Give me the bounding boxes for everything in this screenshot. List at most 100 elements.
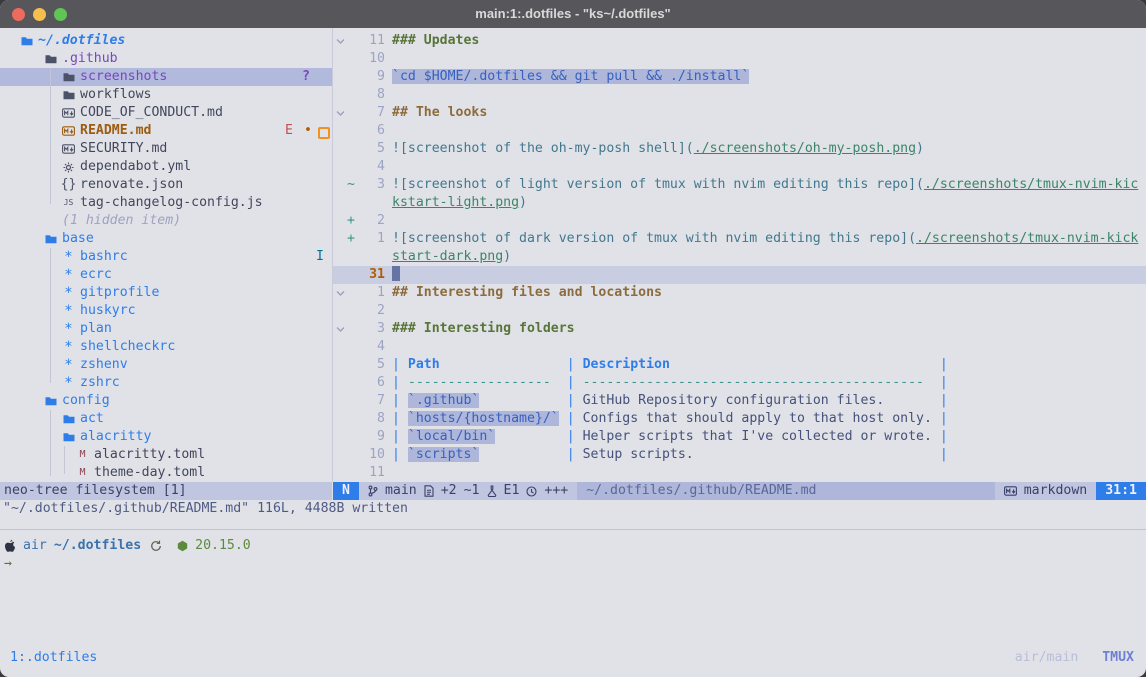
editor-line[interactable]: 11### Updates bbox=[333, 32, 1146, 50]
command-message: "~/.dotfiles/.github/README.md" 116L, 44… bbox=[3, 500, 408, 518]
line-text bbox=[385, 266, 400, 284]
git-sign-column bbox=[347, 122, 357, 140]
editor-line[interactable]: 11 bbox=[333, 464, 1146, 482]
git-sign-column bbox=[347, 50, 357, 68]
text-segment: `.github` bbox=[408, 393, 479, 408]
editor-statusline-segment: N main +2 ~1 E1 +++ ~/.dotfiles/.github/… bbox=[333, 482, 1146, 500]
editor-line[interactable]: 4 bbox=[333, 338, 1146, 356]
fold-column bbox=[333, 338, 347, 356]
error-badge: E bbox=[285, 122, 293, 140]
fold-chevron-icon[interactable] bbox=[333, 284, 347, 302]
line-number: 5 bbox=[357, 140, 385, 158]
editor-line[interactable]: 10| `scripts` | Setup scripts. | bbox=[333, 446, 1146, 464]
tree-item-label: bashrc bbox=[80, 248, 128, 266]
window-title: main:1:.dotfiles - "ks~/.dotfiles" bbox=[0, 5, 1146, 23]
nodejs-icon bbox=[177, 540, 188, 552]
editor-line[interactable]: 31 bbox=[333, 266, 1146, 284]
text-segment: GitHub Repository configuration files. bbox=[583, 393, 885, 408]
text-segment: Configs that should apply to that host o… bbox=[583, 411, 932, 426]
text-segment bbox=[884, 393, 940, 408]
fold-chevron-icon[interactable] bbox=[333, 104, 347, 122]
text-segment bbox=[932, 429, 940, 444]
statusline: neo-tree filesystem [1] N main +2 ~1 E1 … bbox=[0, 482, 1146, 500]
editor-line[interactable]: 8| `hosts/{hostname}/` | Configs that sh… bbox=[333, 410, 1146, 428]
folder-icon bbox=[62, 72, 75, 82]
text-segment: `hosts/{hostname}/` bbox=[408, 411, 559, 426]
git-status-segment: main +2 ~1 E1 +++ bbox=[359, 482, 577, 500]
fold-column bbox=[333, 230, 347, 248]
fold-chevron-icon[interactable] bbox=[333, 320, 347, 338]
diagnostic-count: E1 bbox=[504, 482, 520, 500]
fold-column bbox=[333, 122, 347, 140]
close-button[interactable] bbox=[12, 8, 25, 21]
tree-item-label: renovate.json bbox=[80, 176, 183, 194]
prompt-arrow: → bbox=[4, 555, 1146, 573]
editor-line[interactable]: start-dark.png) bbox=[333, 248, 1146, 266]
text-segment: `scripts` bbox=[408, 447, 479, 462]
tree-item-label: CODE_OF_CONDUCT.md bbox=[80, 104, 223, 122]
editor-line[interactable]: +1![screenshot of dark version of tmux w… bbox=[333, 230, 1146, 248]
statusline-extra: +++ bbox=[544, 482, 568, 500]
cursor-block bbox=[392, 266, 400, 281]
tree-item-label: huskyrc bbox=[80, 302, 136, 320]
tmux-window-item[interactable]: 1:.dotfiles bbox=[10, 649, 97, 667]
shell-pane[interactable]: air ~/.dotfiles 20.15.0 → bbox=[4, 537, 1146, 597]
editor-line[interactable]: 9`cd $HOME/.dotfiles && git pull && ./in… bbox=[333, 68, 1146, 86]
editor-line[interactable]: 10 bbox=[333, 50, 1146, 68]
md-icon bbox=[62, 126, 75, 136]
zoom-button[interactable] bbox=[54, 8, 67, 21]
terminal-window: main:1:.dotfiles - "ks~/.dotfiles" ~/.do… bbox=[0, 0, 1146, 677]
editor-line[interactable]: 8 bbox=[333, 86, 1146, 104]
text-segment bbox=[440, 357, 567, 372]
line-number: 6 bbox=[357, 374, 385, 392]
editor-pane[interactable]: 11### Updates109`cd $HOME/.dotfiles && g… bbox=[333, 28, 1146, 482]
fold-column bbox=[333, 356, 347, 374]
tree-item[interactable]: config bbox=[0, 392, 332, 410]
editor-line[interactable]: 3### Interesting folders bbox=[333, 320, 1146, 338]
editor-line[interactable]: 4 bbox=[333, 158, 1146, 176]
editor-line[interactable]: +2 bbox=[333, 212, 1146, 230]
tree-item[interactable]: (1 hidden item) bbox=[0, 212, 332, 230]
git-added-count: +2 bbox=[441, 482, 457, 500]
cursor-position: 31:1 bbox=[1096, 482, 1146, 500]
folder-icon bbox=[62, 414, 75, 424]
fold-column bbox=[333, 86, 347, 104]
tree-item-label: gitprofile bbox=[80, 284, 159, 302]
tree-item[interactable]: .github bbox=[0, 50, 332, 68]
line-number: 4 bbox=[357, 338, 385, 356]
line-text: | ------------------ | -----------------… bbox=[385, 374, 948, 392]
editor-line[interactable]: 7## The looks bbox=[333, 104, 1146, 122]
tmux-label: TMUX bbox=[1102, 650, 1134, 665]
minimize-button[interactable] bbox=[33, 8, 46, 21]
git-sign-column bbox=[347, 338, 357, 356]
clock-icon bbox=[526, 486, 537, 497]
text-segment: `local/bin` bbox=[408, 429, 495, 444]
editor-line[interactable]: ~3![screenshot of light version of tmux … bbox=[333, 176, 1146, 194]
fold-column bbox=[333, 194, 347, 212]
editor-line[interactable]: kstart-light.png) bbox=[333, 194, 1146, 212]
editor-line[interactable]: 5| Path | Description | bbox=[333, 356, 1146, 374]
git-sign-column bbox=[347, 32, 357, 50]
editor-line[interactable]: 7| `.github` | GitHub Repository configu… bbox=[333, 392, 1146, 410]
tree-item-label: theme-day.toml bbox=[94, 464, 205, 482]
tree-item[interactable]: base bbox=[0, 230, 332, 248]
text-segment: kstart-light.png bbox=[392, 195, 519, 210]
line-text bbox=[385, 158, 392, 176]
text-segment: | bbox=[392, 429, 408, 444]
git-sign-column bbox=[347, 410, 357, 428]
asterisk-icon: * bbox=[62, 302, 75, 320]
line-number: 11 bbox=[357, 464, 385, 482]
line-number: 9 bbox=[357, 68, 385, 86]
text-segment bbox=[559, 411, 567, 426]
neo-tree-sidebar[interactable]: ~/.dotfiles.githubscreenshots?workflowsC… bbox=[0, 28, 333, 482]
asterisk-icon: * bbox=[62, 284, 75, 302]
tree-item[interactable]: ~/.dotfiles bbox=[0, 32, 332, 50]
fold-chevron-icon[interactable] bbox=[333, 32, 347, 50]
editor-line[interactable]: 9| `local/bin` | Helper scripts that I'v… bbox=[333, 428, 1146, 446]
line-number: 8 bbox=[357, 86, 385, 104]
editor-line[interactable]: 5![screenshot of the oh-my-posh shell](.… bbox=[333, 140, 1146, 158]
editor-line[interactable]: 2 bbox=[333, 302, 1146, 320]
editor-line[interactable]: 6| ------------------ | ----------------… bbox=[333, 374, 1146, 392]
editor-line[interactable]: 6 bbox=[333, 122, 1146, 140]
editor-line[interactable]: 1## Interesting files and locations bbox=[333, 284, 1146, 302]
